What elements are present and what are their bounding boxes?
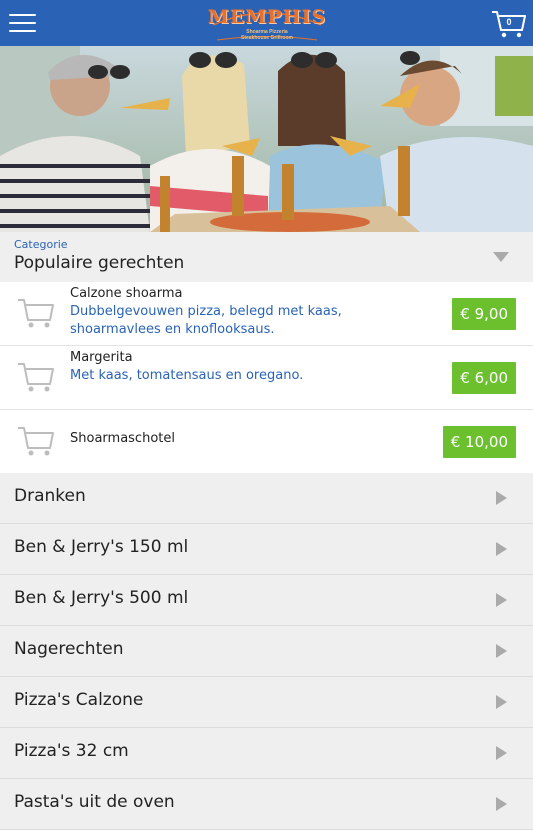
- chevron-right-icon: [496, 746, 507, 760]
- chevron-right-icon: [496, 695, 507, 709]
- category-item-label: Pizza's 32 cm: [14, 741, 129, 761]
- memphis-logo[interactable]: MEMPHIS Shoarma Pizzeria Steakhouse Gril…: [207, 3, 327, 43]
- menu-item[interactable]: Calzone shoarma Dubbelgevouwen pizza, be…: [0, 282, 533, 346]
- hero-image: [0, 46, 533, 232]
- category-item-nagerechten[interactable]: Nagerechten: [0, 626, 533, 677]
- price-button[interactable]: € 6,00: [452, 362, 516, 394]
- logo-text: MEMPHIS: [207, 6, 327, 28]
- chevron-right-icon: [496, 491, 507, 505]
- chevron-right-icon: [496, 542, 507, 556]
- item-description: Met kaas, tomatensaus en oregano.: [70, 368, 304, 383]
- category-list: Dranken Ben & Jerry's 150 ml Ben & Jerry…: [0, 473, 533, 830]
- category-item-pastas-uit-de-oven[interactable]: Pasta's uit de oven: [0, 779, 533, 830]
- app-header: MEMPHIS Shoarma Pizzeria Steakhouse Gril…: [0, 0, 533, 46]
- category-item-label: Ben & Jerry's 150 ml: [14, 537, 189, 557]
- cart-button[interactable]: 0: [491, 9, 527, 39]
- category-item-label: Pizza's Calzone: [14, 690, 144, 710]
- menu-item[interactable]: Margerita Met kaas, tomatensaus en orega…: [0, 346, 533, 410]
- category-item-dranken[interactable]: Dranken: [0, 473, 533, 524]
- chevron-right-icon: [496, 593, 507, 607]
- price-button[interactable]: € 9,00: [452, 298, 516, 330]
- category-item-label: Pasta's uit de oven: [14, 792, 175, 812]
- category-item-label: Ben & Jerry's 500 ml: [14, 588, 189, 608]
- hamburger-icon: [9, 14, 36, 16]
- category-label: Categorie: [14, 238, 68, 251]
- chevron-right-icon: [496, 644, 507, 658]
- menu-item-list: Calzone shoarma Dubbelgevouwen pizza, be…: [0, 282, 533, 474]
- category-item-pizzas-calzone[interactable]: Pizza's Calzone: [0, 677, 533, 728]
- add-to-cart-icon[interactable]: [16, 360, 56, 394]
- menu-item[interactable]: Shoarmaschotel € 10,00: [0, 410, 533, 474]
- menu-button[interactable]: [9, 11, 37, 35]
- item-name: Margerita: [70, 350, 133, 365]
- category-item-ben-jerrys-500[interactable]: Ben & Jerry's 500 ml: [0, 575, 533, 626]
- category-item-ben-jerrys-150[interactable]: Ben & Jerry's 150 ml: [0, 524, 533, 575]
- category-item-pizzas-32cm[interactable]: Pizza's 32 cm: [0, 728, 533, 779]
- category-item-label: Nagerechten: [14, 639, 124, 659]
- item-description: Dubbelgevouwen pizza, belegd met kaas, s…: [70, 304, 342, 337]
- cart-count: 0: [506, 17, 512, 27]
- category-item-label: Dranken: [14, 486, 86, 506]
- category-selector[interactable]: Categorie Populaire gerechten: [0, 232, 533, 282]
- category-title: Populaire gerechten: [14, 253, 185, 273]
- chevron-right-icon: [496, 797, 507, 811]
- add-to-cart-icon[interactable]: [16, 296, 56, 330]
- item-name: Shoarmaschotel: [70, 431, 175, 446]
- logo-subtitle: Steakhouse Grillroom: [241, 35, 293, 41]
- item-name: Calzone shoarma: [70, 286, 183, 301]
- price-button[interactable]: € 10,00: [442, 426, 516, 458]
- add-to-cart-icon[interactable]: [16, 424, 56, 458]
- chevron-down-icon: [493, 252, 509, 262]
